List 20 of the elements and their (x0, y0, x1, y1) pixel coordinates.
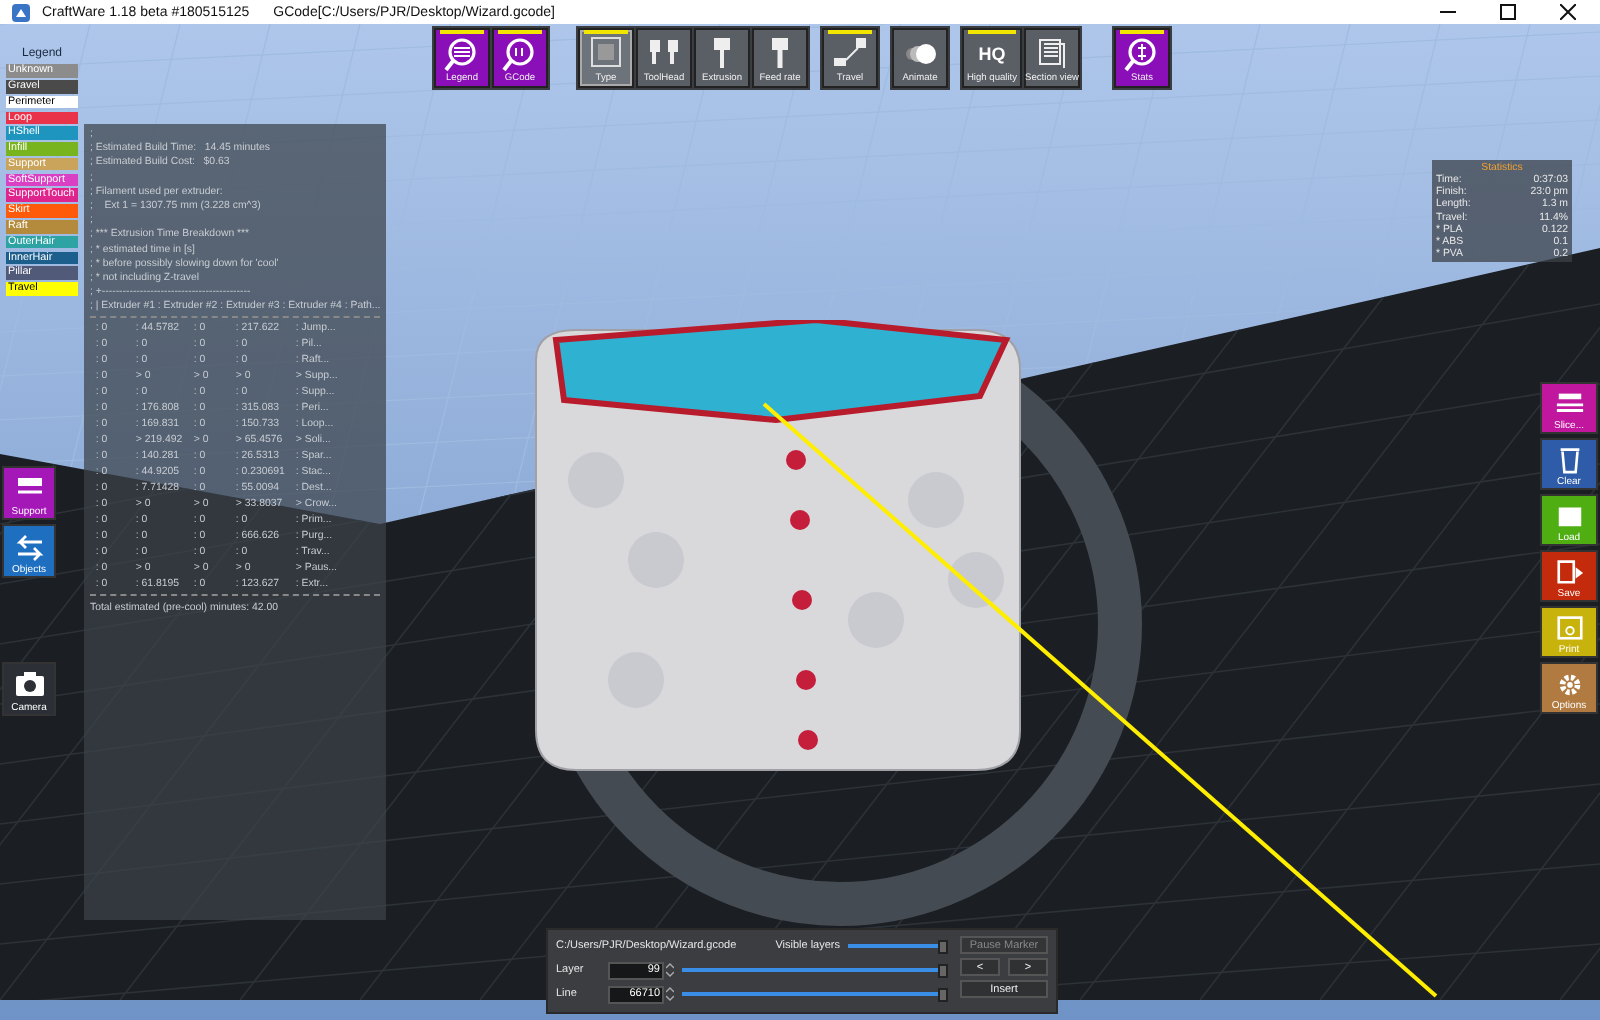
spinner-icon[interactable] (666, 962, 674, 978)
toolbar-icon (830, 36, 870, 72)
spinner-icon[interactable] (666, 986, 674, 1002)
slider-thumb[interactable] (938, 987, 948, 1001)
close-icon[interactable] (1560, 4, 1576, 20)
magnifier-icon (442, 36, 482, 72)
slider-thumb[interactable] (938, 939, 948, 953)
tool-icon (1551, 556, 1587, 586)
layer-slider[interactable] (682, 963, 948, 977)
magnifier-icon (1122, 36, 1162, 72)
maximize-icon[interactable] (1500, 4, 1516, 20)
toolbar-icon (586, 36, 626, 72)
tool-icon (1551, 612, 1587, 642)
camera-icon (11, 668, 47, 700)
hq-label: HQ (978, 42, 1006, 68)
magnifier-icon (500, 36, 540, 72)
visible-layers-slider[interactable] (848, 939, 948, 953)
slider-thumb[interactable] (938, 963, 948, 977)
tool-icon (1551, 388, 1587, 418)
line-slider[interactable] (682, 987, 948, 1001)
